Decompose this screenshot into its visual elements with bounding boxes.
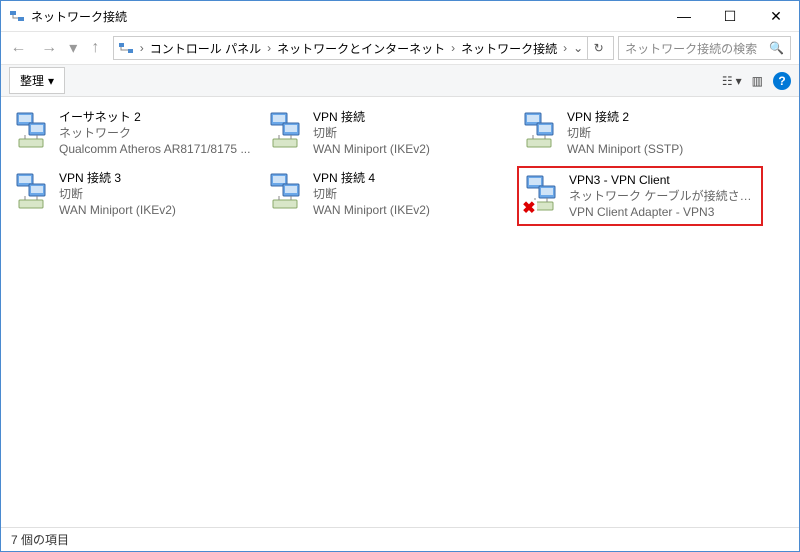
connection-name: VPN 接続 3 (59, 170, 176, 186)
maximize-button[interactable]: ☐ (707, 1, 753, 31)
connection-item[interactable]: VPN 接続 切断 WAN Miniport (IKEv2) (263, 105, 509, 162)
titlebar: ネットワーク接続 — ☐ ✕ (1, 1, 799, 31)
content-area: イーサネット 2 ネットワーク Qualcomm Atheros AR8171/… (1, 97, 799, 527)
view-button[interactable]: ☷ ▾ (722, 74, 742, 88)
window-icon (9, 8, 25, 24)
forward-button[interactable]: → (36, 34, 63, 62)
connection-item[interactable]: イーサネット 2 ネットワーク Qualcomm Atheros AR8171/… (9, 105, 255, 162)
close-button[interactable]: ✕ (753, 1, 799, 31)
toolbar: 整理 ▾ ☷ ▾ ▥ ? (1, 65, 799, 97)
connection-item[interactable]: VPN 接続 4 切断 WAN Miniport (IKEv2) (263, 166, 509, 227)
breadcrumbs: › コントロール パネル › ネットワークとインターネット › ネットワーク接続… (138, 40, 569, 57)
crumb-sep: › (561, 41, 569, 55)
connection-meta: VPN 接続 4 切断 WAN Miniport (IKEv2) (313, 170, 430, 223)
crumb-network-internet[interactable]: ネットワークとインターネット (273, 40, 449, 57)
search-placeholder: ネットワーク接続の検索 (625, 40, 757, 57)
crumb-network-connections[interactable]: ネットワーク接続 (457, 40, 561, 57)
back-button[interactable]: ← (5, 34, 32, 62)
connection-name: VPN 接続 2 (567, 109, 683, 125)
connection-meta: VPN 接続 3 切断 WAN Miniport (IKEv2) (59, 170, 176, 223)
connection-name: VPN 接続 (313, 109, 430, 125)
connection-status: 切断 (59, 186, 176, 202)
navbar: ← → ▾ ↑ › コントロール パネル › ネットワークとインターネット › … (1, 31, 799, 65)
connection-status: 切断 (567, 125, 683, 141)
connection-meta: VPN3 - VPN Client ネットワーク ケーブルが接続されていま...… (569, 172, 757, 221)
connection-status: 切断 (313, 186, 430, 202)
chevron-down-icon: ▾ (736, 74, 742, 88)
preview-icon: ▥ (752, 74, 763, 88)
statusbar: 7 個の項目 (1, 527, 799, 551)
connection-icon: ✖ (523, 172, 563, 214)
address-dropdown[interactable]: ⌄ (569, 41, 587, 55)
history-dropdown[interactable]: ▾ (67, 34, 80, 62)
chevron-down-icon: ▾ (48, 74, 54, 88)
connection-meta: VPN 接続 2 切断 WAN Miniport (SSTP) (567, 109, 683, 158)
connection-status: ネットワーク (59, 125, 250, 141)
connection-name: イーサネット 2 (59, 109, 250, 125)
preview-pane-button[interactable]: ▥ (752, 74, 763, 88)
crumb-sep: › (449, 41, 457, 55)
connection-icon (13, 109, 53, 151)
view-icon: ☷ (722, 74, 733, 88)
connection-device: Qualcomm Atheros AR8171/8175 ... (59, 141, 250, 157)
window-title: ネットワーク接続 (31, 8, 661, 25)
organize-label: 整理 (20, 72, 44, 89)
status-text: 7 個の項目 (11, 531, 69, 548)
minimize-button[interactable]: — (661, 1, 707, 31)
crumb-control-panel[interactable]: コントロール パネル (146, 40, 265, 57)
help-button[interactable]: ? (773, 72, 791, 90)
connection-meta: VPN 接続 切断 WAN Miniport (IKEv2) (313, 109, 430, 158)
refresh-button[interactable]: ↻ (587, 37, 609, 59)
search-icon: 🔍 (769, 41, 784, 55)
connection-status: 切断 (313, 125, 430, 141)
organize-button[interactable]: 整理 ▾ (9, 67, 65, 94)
connection-name: VPN3 - VPN Client (569, 172, 757, 188)
address-bar[interactable]: › コントロール パネル › ネットワークとインターネット › ネットワーク接続… (113, 36, 614, 60)
connection-device: WAN Miniport (IKEv2) (59, 202, 176, 218)
connection-icon (521, 109, 561, 151)
connection-meta: イーサネット 2 ネットワーク Qualcomm Atheros AR8171/… (59, 109, 250, 158)
connection-name: VPN 接続 4 (313, 170, 430, 186)
disconnected-overlay-icon: ✖ (521, 200, 537, 216)
connection-status: ネットワーク ケーブルが接続されていま... (569, 188, 757, 204)
connection-item[interactable]: VPN 接続 2 切断 WAN Miniport (SSTP) (517, 105, 763, 162)
connection-icon (13, 170, 53, 212)
connection-item[interactable]: ✖ VPN3 - VPN Client ネットワーク ケーブルが接続されていま.… (517, 166, 763, 227)
connection-device: WAN Miniport (SSTP) (567, 141, 683, 157)
connection-device: WAN Miniport (IKEv2) (313, 141, 430, 157)
crumb-sep: › (138, 41, 146, 55)
connection-item[interactable]: VPN 接続 3 切断 WAN Miniport (IKEv2) (9, 166, 255, 227)
search-input[interactable]: ネットワーク接続の検索 🔍 (618, 36, 791, 60)
connection-device: VPN Client Adapter - VPN3 (569, 204, 757, 220)
connection-icon (267, 109, 307, 151)
connection-device: WAN Miniport (IKEv2) (313, 202, 430, 218)
crumb-sep: › (265, 41, 273, 55)
up-button[interactable]: ↑ (82, 34, 109, 62)
location-icon (118, 40, 134, 56)
connection-icon (267, 170, 307, 212)
